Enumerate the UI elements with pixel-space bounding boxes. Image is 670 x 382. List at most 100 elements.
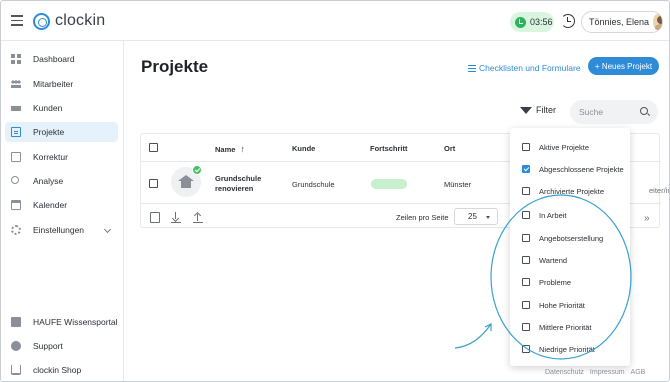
file-icon[interactable] [150, 212, 160, 223]
sidebar-item-label: Dashboard [33, 54, 75, 64]
rows-per-page-label: Zeilen pro Seite [396, 213, 449, 222]
filter-option[interactable]: Hohe Priorität [522, 299, 585, 311]
top-bar: clockin 03:56 Tönnies, Elena [1, 1, 669, 41]
clockin-logo-icon [33, 12, 50, 30]
filter-option-checkbox[interactable] [522, 345, 530, 353]
footer-link-agb[interactable]: AGB [631, 369, 646, 376]
sidebar-item-dashboard[interactable]: Dashboard [5, 49, 118, 69]
filter-option-checkbox[interactable] [522, 256, 530, 264]
edit-icon [11, 152, 21, 162]
footer-link-impressum[interactable]: Impressum [590, 369, 625, 376]
filter-option[interactable]: In Arbeit [522, 209, 567, 221]
download-icon[interactable] [171, 212, 181, 223]
sidebar: Dashboard Mitarbeiter Kunden Projekte Ko… [1, 41, 124, 381]
sidebar-item-label: Support [33, 341, 63, 351]
sidebar-item-label: Mitarbeiter [33, 79, 74, 89]
filter-option[interactable]: Archivierte Projekte [522, 185, 604, 197]
filter-option[interactable]: Aktive Projekte [522, 141, 589, 153]
project-name[interactable]: Grundschule renovieren [215, 174, 275, 194]
last-page-icon[interactable]: » [644, 213, 650, 224]
filter-dropdown: Aktive Projekte Abgeschlossene Projekte Ar… [510, 128, 630, 366]
rows-per-page-select[interactable]: 25 [454, 208, 498, 225]
sidebar-item-label: Kunden [33, 103, 63, 113]
analysis-icon [11, 176, 19, 184]
sidebar-item-mitarbeiter[interactable]: Mitarbeiter [5, 74, 118, 94]
new-project-button[interactable]: + Neues Projekt [588, 57, 659, 75]
filter-option[interactable]: Abgeschlossene Projekte [522, 163, 624, 175]
list-icon [468, 64, 476, 72]
filter-icon [520, 106, 532, 114]
filter-option-label: In Arbeit [539, 210, 567, 220]
app-logo[interactable]: clockin [33, 12, 105, 30]
row-checkbox[interactable] [149, 179, 158, 188]
column-header-ort[interactable]: Ort [444, 144, 455, 153]
filter-option-label: Niedrige Priorität [539, 344, 595, 354]
sidebar-item-label: Korrektur [33, 152, 68, 162]
sort-arrow-up-icon[interactable]: ↑ [240, 144, 245, 154]
sidebar-item-kalender[interactable]: Kalender [5, 195, 118, 215]
column-header-name[interactable]: Name ↑ [215, 144, 245, 154]
time-tracker-button[interactable]: 03:56 [510, 12, 554, 32]
filter-option-label: Hohe Priorität [539, 300, 585, 310]
filter-option[interactable]: Wartend [522, 254, 567, 266]
sidebar-item-kunden[interactable]: Kunden [5, 98, 118, 118]
filter-option[interactable]: Mittlere Priorität [522, 321, 592, 333]
project-thumbnail [171, 165, 202, 197]
filter-option[interactable]: Niedrige Priorität [522, 343, 595, 355]
people-icon [11, 79, 21, 89]
filter-option-label: Wartend [539, 255, 568, 265]
history-icon[interactable] [561, 14, 575, 28]
sidebar-item-support[interactable]: Support [5, 336, 118, 356]
filter-option[interactable]: Probleme [522, 276, 571, 288]
sidebar-item-einstellungen[interactable]: Einstellungen [5, 220, 118, 240]
location: Münster [444, 180, 472, 189]
filter-button[interactable]: Filter [520, 105, 556, 115]
annotation-arrow [454, 323, 492, 349]
sidebar-item-shop[interactable]: clockin Shop [5, 360, 118, 380]
menu-toggle-icon[interactable] [11, 15, 23, 27]
sidebar-item-analyse[interactable]: Analyse [5, 171, 118, 191]
filter-option-checkbox[interactable] [522, 301, 530, 309]
caret-down-icon [486, 216, 490, 219]
house-icon [178, 175, 194, 188]
book-icon [11, 317, 21, 327]
select-all-checkbox[interactable] [149, 143, 158, 152]
column-header-kunde[interactable]: Kunde [292, 144, 315, 153]
sidebar-item-projekte[interactable]: Projekte [5, 122, 118, 142]
progress-bar [371, 179, 407, 189]
filter-option-label: Angebotserstellung [539, 233, 604, 243]
filter-option-checkbox[interactable] [522, 278, 530, 286]
filter-option-checkbox[interactable] [522, 187, 530, 195]
sidebar-item-label: Analyse [33, 176, 64, 186]
progress-fill [371, 179, 407, 189]
upload-icon[interactable] [193, 212, 203, 223]
filter-option-checkbox[interactable] [522, 234, 530, 242]
sidebar-item-haufe[interactable]: HAUFE Wissensportal [5, 312, 118, 332]
filter-option-checkbox[interactable] [522, 165, 530, 173]
gear-icon [11, 225, 21, 235]
cart-icon [11, 365, 21, 375]
dashboard-icon [11, 54, 21, 64]
column-header-label: Name [215, 145, 236, 154]
filter-option-checkbox[interactable] [522, 323, 530, 331]
filter-option-label: Probleme [539, 277, 572, 287]
filter-option-label: Archivierte Projekte [539, 186, 605, 196]
footer-links: Datenschutz Impressum AGB [545, 369, 645, 376]
filter-option[interactable]: Angebotserstellung [522, 232, 603, 244]
user-menu[interactable]: Tönnies, Elena [581, 11, 663, 33]
filter-option-label: Abgeschlossene Projekte [539, 164, 624, 174]
search-input[interactable] [579, 105, 639, 119]
filter-option-label: Aktive Projekte [539, 142, 590, 152]
filter-option-checkbox[interactable] [522, 143, 530, 151]
search-icon[interactable] [640, 107, 648, 115]
checklist-link[interactable]: Checklisten und Formulare [468, 63, 581, 73]
app-name: clockin [55, 12, 106, 29]
search-box [570, 100, 658, 124]
customer-name: Grundschule [292, 180, 335, 189]
sidebar-item-label: Projekte [33, 127, 65, 137]
sidebar-item-korrektur[interactable]: Korrektur [5, 147, 118, 167]
filter-option-checkbox[interactable] [522, 211, 530, 219]
column-header-fortschritt[interactable]: Fortschritt [370, 144, 408, 153]
footer-link-datenschutz[interactable]: Datenschutz [545, 369, 584, 376]
handshake-icon [11, 103, 21, 113]
